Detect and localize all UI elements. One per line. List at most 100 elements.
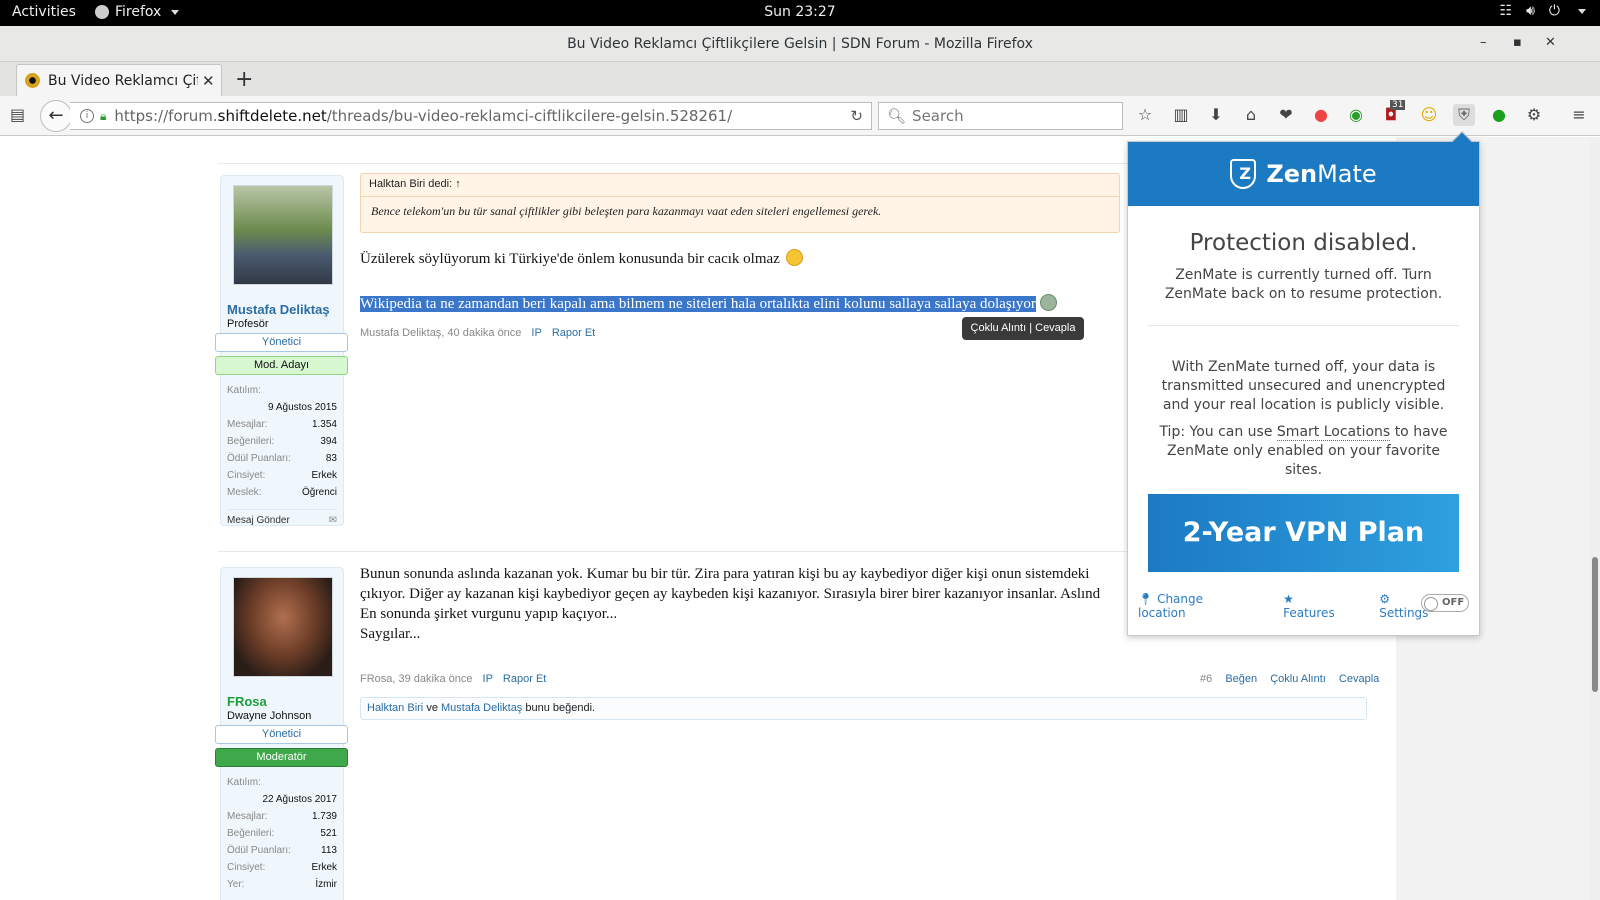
likes-summary: Halktan Biri ve Mustafa Deliktaş bunu be… bbox=[360, 697, 1367, 720]
extension-color-icon[interactable]: ● bbox=[1310, 104, 1332, 126]
app-menu-label: Firefox bbox=[115, 4, 162, 20]
zenmate-shield-icon bbox=[1230, 159, 1257, 189]
zenmate-header: ZenMate bbox=[1128, 142, 1479, 206]
puzzle-extension-icon[interactable]: ⚙ bbox=[1523, 104, 1545, 126]
change-location-button[interactable]: 📍︎ Change location bbox=[1138, 592, 1267, 620]
username[interactable]: Mustafa Deliktaş bbox=[227, 302, 330, 317]
lock-icon: 🔒︎ bbox=[100, 108, 107, 123]
tab-strip: Bu Video Reklamcı Çiftlikçilere Gelsin ✕… bbox=[0, 62, 1600, 96]
navigation-toolbar: ▤ ← i 🔒︎ https://forum.shiftdelete.net/t… bbox=[0, 96, 1600, 136]
app-menu[interactable]: Firefox bbox=[95, 4, 180, 20]
post-meta: Mustafa Deliktaş, 40 dakika önce IP Rapor … bbox=[360, 327, 596, 339]
tip-text: Tip: You can use Smart Locations to have… bbox=[1159, 424, 1448, 478]
sad-emoji-icon bbox=[785, 249, 803, 266]
quote-body: Bence telekom'un bu tür sanal çiftlikler… bbox=[371, 204, 882, 218]
ip-link[interactable]: IP bbox=[483, 673, 493, 685]
url-text: https://forum.shiftdelete.net/threads/bu… bbox=[114, 107, 733, 125]
system-menu[interactable]: ☷ 🔊︎ ⏻ bbox=[1500, 3, 1586, 19]
firefox-icon bbox=[95, 5, 109, 19]
zenmate-popup: ZenMate Protection disabled. ZenMate is … bbox=[1127, 131, 1480, 636]
window-titlebar: Bu Video Reklamcı Çiftlikçilere Gelsin |… bbox=[0, 26, 1600, 62]
message-line-selected: Wikipedia ta ne zamandan beri kapalı ama… bbox=[360, 294, 1057, 313]
send-message-link[interactable]: Mesaj Gönder ✉ bbox=[227, 509, 337, 526]
avatar[interactable] bbox=[233, 185, 333, 285]
power-icon: ⏻ bbox=[1548, 3, 1560, 19]
scrollbar-thumb[interactable] bbox=[1592, 557, 1598, 692]
role-badge: Yönetici bbox=[215, 333, 348, 352]
quote-block: Halktan Biri dedi: ↑ Bence telekom'un bu… bbox=[360, 173, 1120, 233]
emoji-extension-icon[interactable]: ☺ bbox=[1418, 104, 1440, 126]
quote-header[interactable]: Halktan Biri dedi: ↑ bbox=[369, 178, 461, 190]
minimize-button[interactable]: – bbox=[1480, 35, 1487, 50]
library-icon[interactable]: ▥ bbox=[1170, 104, 1192, 126]
report-link[interactable]: Rapor Et bbox=[552, 327, 595, 339]
chevron-down-icon bbox=[171, 9, 180, 15]
multi-quote-link[interactable]: Çoklu Alıntı bbox=[1270, 673, 1326, 685]
new-tab-button[interactable]: + bbox=[235, 67, 253, 92]
user-stats: Katılım: 22 Ağustos 2017 Mesajlar: 1.739 … bbox=[227, 777, 337, 890]
maximize-button[interactable]: ▪ bbox=[1513, 35, 1522, 50]
smart-locations-link[interactable]: Smart Locations bbox=[1276, 424, 1391, 441]
mail-icon: ✉ bbox=[328, 515, 337, 526]
avatar[interactable] bbox=[233, 577, 333, 677]
protection-toggle[interactable]: OFF bbox=[1421, 594, 1469, 612]
user-card: Mustafa Deliktaş Profesör Yönetici Mod. … bbox=[215, 175, 348, 526]
status-description: ZenMate is currently turned off. Turn Ze… bbox=[1164, 267, 1443, 302]
reply-link[interactable]: Cevapla bbox=[1339, 673, 1379, 685]
liker-link[interactable]: Mustafa Deliktaş bbox=[441, 702, 522, 714]
liker-link[interactable]: Halktan Biri bbox=[367, 702, 423, 714]
volume-icon: 🔊︎ bbox=[1526, 3, 1535, 19]
message-line: Üzülerek söylüyorum ki Türkiye'de önlem … bbox=[360, 249, 803, 268]
badge-count: 31 bbox=[1390, 100, 1406, 110]
post-actions: #6 Beğen Çoklu Alıntı Cevapla bbox=[1190, 673, 1379, 685]
home-icon[interactable]: ⌂ bbox=[1240, 104, 1262, 126]
vpn-plan-button[interactable]: 2-Year VPN Plan bbox=[1148, 494, 1459, 572]
favicon-icon bbox=[25, 73, 40, 88]
back-button[interactable]: ← bbox=[40, 100, 72, 132]
user-title: Dwayne Johnson bbox=[227, 710, 312, 722]
user-title: Profesör bbox=[227, 318, 269, 330]
features-button[interactable]: ★ Features bbox=[1283, 592, 1363, 620]
clock[interactable]: Sun 23:27 bbox=[764, 4, 835, 20]
zenmate-logo-text: ZenMate bbox=[1266, 160, 1377, 188]
role-badge-secondary: Moderatör bbox=[215, 748, 348, 767]
download-icon[interactable]: ⬇ bbox=[1205, 104, 1227, 126]
warning-text: With ZenMate turned off, your data is tr… bbox=[1161, 359, 1446, 413]
info-icon[interactable]: i bbox=[80, 109, 94, 123]
reload-icon[interactable]: ↻ bbox=[850, 107, 863, 125]
chat-extension-icon[interactable]: ◉ bbox=[1345, 104, 1367, 126]
url-bar[interactable]: i 🔒︎ https://forum.shiftdelete.net/threa… bbox=[70, 102, 872, 130]
pocket-icon[interactable]: ❤ bbox=[1275, 104, 1297, 126]
message-body: Bunun sonunda aslında kazanan yok. Kumar… bbox=[360, 566, 1101, 642]
user-stats: Katılım: 9 Ağustos 2015 Mesajlar: 1.354 B… bbox=[227, 385, 337, 526]
chevron-down-icon bbox=[1578, 8, 1586, 14]
menu-icon[interactable]: ≡ bbox=[1568, 104, 1590, 126]
window-title: Bu Video Reklamcı Çiftlikçilere Gelsin |… bbox=[567, 36, 1033, 52]
ip-link[interactable]: IP bbox=[531, 327, 541, 339]
green-extension-icon[interactable]: ● bbox=[1488, 104, 1510, 126]
browser-tab[interactable]: Bu Video Reklamcı Çiftlikçilere Gelsin ✕ bbox=[16, 64, 222, 96]
activities-button[interactable]: Activities bbox=[12, 4, 76, 20]
network-icon: ☷ bbox=[1499, 3, 1513, 19]
post-number[interactable]: #6 bbox=[1200, 673, 1212, 685]
bookmark-star-icon[interactable]: ☆ bbox=[1134, 104, 1156, 126]
user-card: FRosa Dwayne Johnson Yönetici Moderatör … bbox=[215, 567, 348, 900]
role-badge: Yönetici bbox=[215, 725, 348, 744]
zenmate-icon[interactable]: ⛨ bbox=[1453, 104, 1475, 126]
search-input[interactable]: 🔍︎ Search bbox=[878, 102, 1123, 130]
sidebar-icon[interactable]: ▤ bbox=[10, 105, 25, 124]
protection-status: Protection disabled. bbox=[1189, 230, 1418, 256]
username[interactable]: FRosa bbox=[227, 694, 267, 709]
post-meta: FRosa, 39 dakika önce IP Rapor Et bbox=[360, 673, 547, 685]
selection-tooltip[interactable]: Çoklu Alıntı | Cevapla bbox=[962, 317, 1084, 340]
sick-emoji-icon bbox=[1039, 294, 1057, 311]
search-icon: 🔍︎ bbox=[887, 107, 907, 125]
like-link[interactable]: Beğen bbox=[1225, 673, 1257, 685]
gnome-top-bar: Activities Firefox Sun 23:27 ☷ 🔊︎ ⏻ bbox=[0, 0, 1600, 26]
search-placeholder: Search bbox=[912, 107, 964, 125]
scrollbar[interactable] bbox=[1590, 137, 1600, 900]
close-window-button[interactable]: ✕ bbox=[1545, 35, 1556, 50]
close-tab-icon[interactable]: ✕ bbox=[202, 72, 215, 90]
tab-title: Bu Video Reklamcı Çiftlikçilere Gelsin bbox=[48, 72, 198, 89]
report-link[interactable]: Rapor Et bbox=[503, 673, 546, 685]
